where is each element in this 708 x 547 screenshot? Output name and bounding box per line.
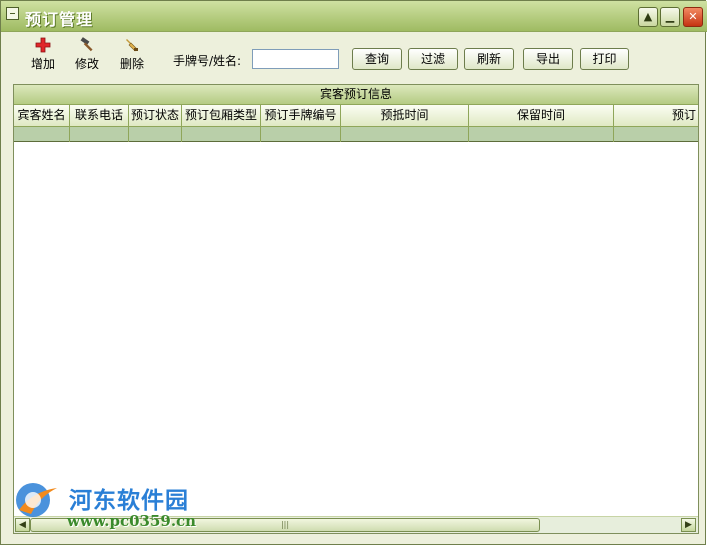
refresh-button[interactable]: 刷新: [464, 48, 514, 70]
window-title: 预订管理: [25, 10, 94, 29]
scroll-right-icon[interactable]: ▶: [681, 518, 696, 532]
delete-button[interactable]: 删除: [111, 37, 153, 71]
selected-row[interactable]: [14, 127, 698, 142]
filter-button[interactable]: 过滤: [408, 48, 458, 70]
edit-label: 修改: [74, 57, 99, 71]
column-header-guest-name[interactable]: 宾客姓名: [14, 105, 70, 127]
delete-icon: [111, 37, 153, 57]
minimize-button[interactable]: ▲: [638, 7, 658, 27]
add-button[interactable]: 增加: [22, 37, 64, 71]
column-header-room-type[interactable]: 预订包厢类型: [182, 105, 261, 127]
add-icon: [22, 37, 64, 57]
watermark-url: www.pc0359.cn: [67, 512, 197, 530]
column-header-phone[interactable]: 联系电话: [70, 105, 129, 127]
column-header-status[interactable]: 预订状态: [129, 105, 182, 127]
search-label: 手牌号/姓名:: [173, 54, 242, 68]
column-header-arrival-time[interactable]: 预抵时间: [341, 105, 469, 127]
booking-grid[interactable]: 宾客预订信息 宾客姓名 联系电话 预订状态 预订包厢类型 预订手牌编号 预抵时间…: [13, 84, 699, 534]
column-header-hold-time[interactable]: 保留时间: [469, 105, 614, 127]
restore-button[interactable]: ▁: [660, 7, 680, 27]
system-menu-icon[interactable]: [6, 7, 19, 20]
print-button[interactable]: 打印: [580, 48, 629, 70]
export-button[interactable]: 导出: [523, 48, 573, 70]
booking-window: 预订管理 ▲ ▁ ✕ 增加 修改 删除 手牌号/姓名: 查询 过滤 刷新 导出 …: [0, 0, 707, 545]
grid-caption: 宾客预订信息: [14, 85, 698, 105]
add-label: 增加: [30, 57, 55, 71]
query-button[interactable]: 查询: [352, 48, 402, 70]
watermark-title: 河东软件园: [69, 488, 189, 514]
search-input[interactable]: [252, 49, 339, 69]
column-header-tag-number[interactable]: 预订手牌编号: [261, 105, 341, 127]
hammer-icon: [66, 37, 108, 57]
watermark-logo-icon: [16, 483, 57, 517]
close-button[interactable]: ✕: [683, 7, 703, 27]
scroll-left-icon[interactable]: ◀: [15, 518, 30, 532]
delete-label: 删除: [119, 57, 144, 71]
column-header-more[interactable]: 预订: [614, 105, 698, 127]
edit-button[interactable]: 修改: [66, 37, 108, 71]
title-bar[interactable]: 预订管理 ▲ ▁ ✕: [1, 1, 707, 32]
